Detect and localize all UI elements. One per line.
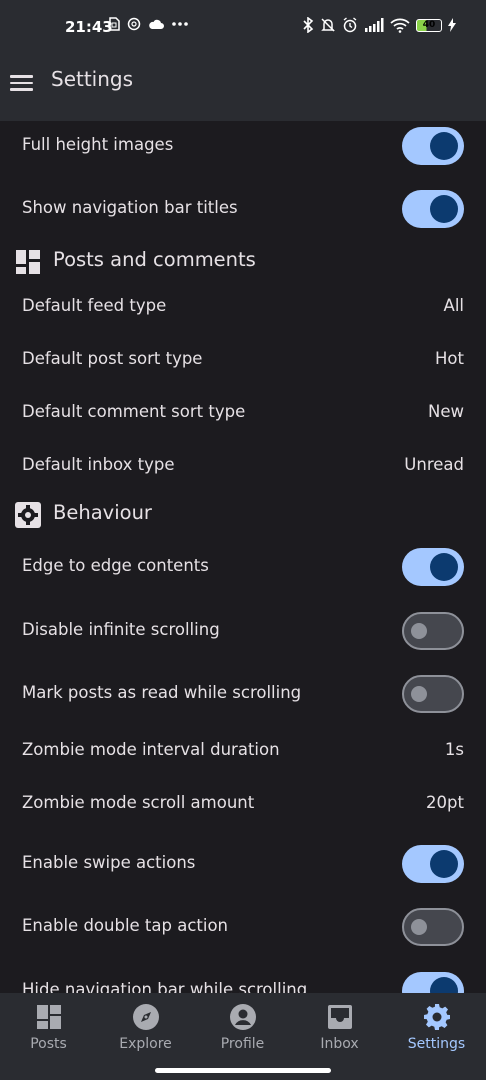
status-left-icons: [108, 17, 189, 31]
swipe-actions-toggle[interactable]: [402, 845, 464, 883]
setting-label: Mark posts as read while scrolling: [22, 683, 302, 702]
nav-explore[interactable]: Explore: [97, 993, 194, 1063]
sim-icon: [109, 17, 120, 31]
setting-label: Enable swipe actions: [22, 853, 196, 872]
setting-value: All: [443, 296, 464, 315]
setting-default-comment-sort[interactable]: Default comment sort type New: [0, 397, 486, 437]
signal-icon: [365, 18, 384, 32]
nav-label: Inbox: [320, 1036, 359, 1052]
setting-zombie-interval[interactable]: Zombie mode interval duration 1s: [0, 735, 486, 775]
disable-infinite-scrolling-toggle[interactable]: [402, 612, 464, 650]
mute-bell-icon: [321, 18, 335, 32]
dashboard-icon: [16, 250, 40, 274]
nav-label: Profile: [220, 1036, 265, 1052]
setting-value: New: [428, 402, 464, 421]
setting-value: Unread: [404, 455, 464, 474]
threads-icon: [127, 17, 141, 31]
nav-label: Settings: [407, 1036, 466, 1052]
gear-icon: [15, 502, 41, 528]
mark-posts-read-toggle[interactable]: [402, 675, 464, 713]
hamburger-icon[interactable]: [10, 71, 34, 95]
setting-label: Disable infinite scrolling: [22, 620, 220, 639]
setting-label: Default post sort type: [22, 349, 203, 368]
alarm-icon: [343, 17, 357, 33]
settings-list[interactable]: Full height images Show navigation bar t…: [0, 121, 486, 993]
double-tap-toggle[interactable]: [402, 908, 464, 946]
bottom-navigation: Posts Explore Profile Inbox Settings: [0, 993, 486, 1080]
posts-grid-icon: [37, 1005, 61, 1029]
setting-label: Zombie mode interval duration: [22, 740, 280, 759]
setting-zombie-scroll-amount[interactable]: Zombie mode scroll amount 20pt: [0, 788, 486, 828]
status-bar: 21:43 40: [0, 0, 486, 54]
status-time: 21:43: [65, 18, 113, 36]
setting-label: Zombie mode scroll amount: [22, 793, 255, 812]
section-behaviour: Behaviour: [0, 500, 486, 530]
setting-value: 1s: [444, 740, 464, 759]
section-title: Posts and comments: [53, 248, 256, 271]
bluetooth-icon: [303, 17, 314, 33]
setting-label: Default inbox type: [22, 455, 175, 474]
setting-default-inbox-type[interactable]: Default inbox type Unread: [0, 450, 486, 490]
setting-edge-to-edge[interactable]: Edge to edge contents: [0, 548, 486, 588]
nav-posts[interactable]: Posts: [0, 993, 97, 1063]
setting-show-nav-titles[interactable]: Show navigation bar titles: [0, 190, 486, 230]
charging-bolt-icon: [448, 18, 456, 32]
battery-icon: 40: [416, 18, 442, 32]
setting-value: Hot: [435, 349, 464, 368]
setting-full-height-images[interactable]: Full height images: [0, 127, 486, 167]
status-right-icons: 40: [302, 17, 456, 33]
setting-swipe-actions[interactable]: Enable swipe actions: [0, 845, 486, 885]
setting-value: 20pt: [426, 793, 464, 812]
show-nav-titles-toggle[interactable]: [402, 190, 464, 228]
setting-label: Show navigation bar titles: [22, 198, 238, 217]
setting-label: Hide navigation bar while scrolling: [22, 980, 308, 993]
hide-nav-bar-toggle[interactable]: [402, 972, 464, 993]
nav-settings[interactable]: Settings: [388, 993, 485, 1063]
page-title: Settings: [51, 67, 134, 91]
nav-inbox[interactable]: Inbox: [291, 993, 388, 1063]
inbox-tray-icon: [328, 1005, 352, 1029]
nav-profile[interactable]: Profile: [194, 993, 291, 1063]
setting-label: Edge to edge contents: [22, 556, 209, 575]
section-posts-and-comments: Posts and comments: [0, 247, 486, 277]
more-dots-icon: [172, 22, 188, 26]
setting-default-feed-type[interactable]: Default feed type All: [0, 291, 486, 331]
nav-label: Explore: [119, 1036, 172, 1052]
cloud-icon: [149, 19, 164, 29]
setting-mark-posts-read[interactable]: Mark posts as read while scrolling: [0, 675, 486, 715]
setting-label: Full height images: [22, 135, 174, 154]
home-indicator[interactable]: [155, 1068, 331, 1073]
setting-default-post-sort[interactable]: Default post sort type Hot: [0, 344, 486, 384]
settings-gear-icon: [424, 1004, 450, 1030]
setting-label: Enable double tap action: [22, 916, 229, 935]
section-title: Behaviour: [53, 501, 152, 524]
edge-to-edge-toggle[interactable]: [402, 548, 464, 586]
setting-double-tap[interactable]: Enable double tap action: [0, 908, 486, 948]
setting-label: Default feed type: [22, 296, 167, 315]
setting-hide-nav-bar[interactable]: Hide navigation bar while scrolling: [0, 972, 486, 993]
top-app-bar: Settings: [0, 54, 486, 121]
full-height-images-toggle[interactable]: [402, 127, 464, 165]
wifi-icon: [390, 18, 410, 33]
setting-label: Default comment sort type: [22, 402, 246, 421]
account-circle-icon: [230, 1004, 256, 1030]
compass-icon: [133, 1004, 159, 1030]
setting-disable-infinite-scrolling[interactable]: Disable infinite scrolling: [0, 612, 486, 652]
nav-label: Posts: [30, 1036, 67, 1052]
